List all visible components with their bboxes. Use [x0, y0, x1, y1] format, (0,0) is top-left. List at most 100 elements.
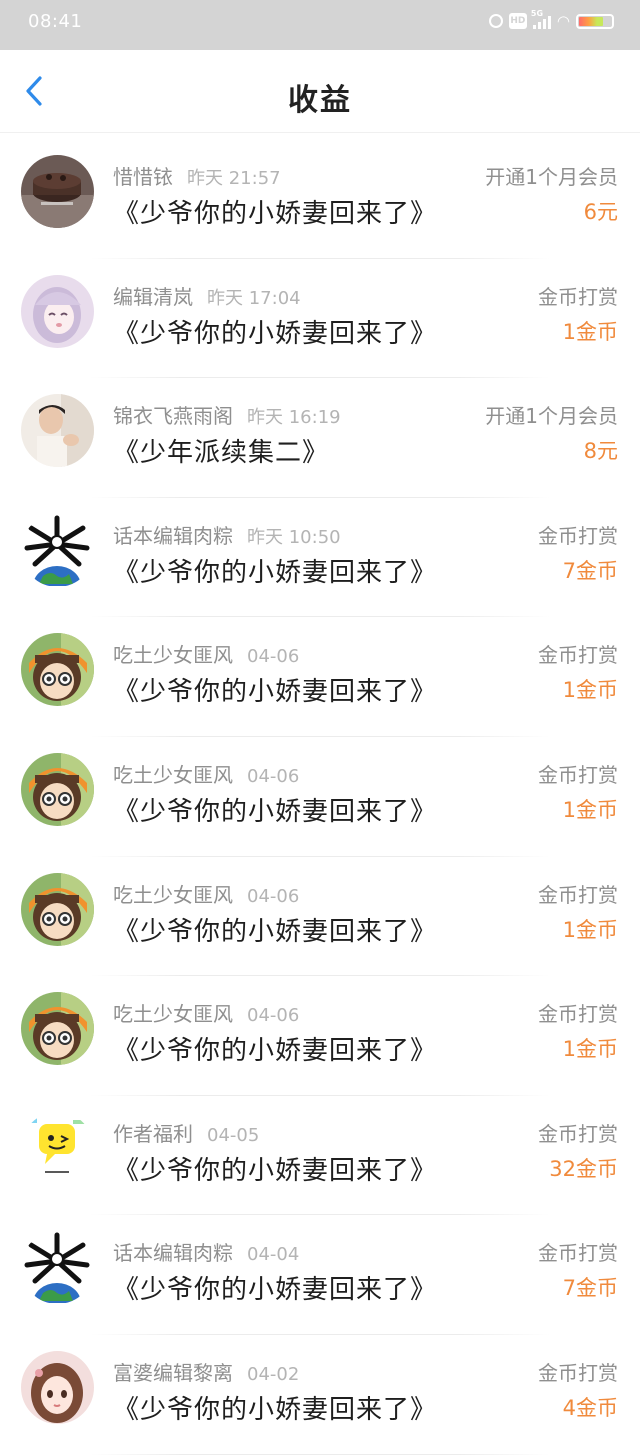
signal-icon: 5G — [531, 9, 551, 29]
list-item[interactable]: 吃土少女匪风 04-06 《少爷你的小娇妻回来了》 金币打赏 1金币 — [0, 976, 640, 1096]
row-meta: 惜惜铱 昨天 21:57 — [113, 161, 281, 190]
income-amount: 32金币 — [549, 1156, 618, 1181]
income-amount: 1金币 — [562, 917, 618, 942]
list-item[interactable]: 惜惜铱 昨天 21:57 《少爷你的小娇妻回来了》 开通1个月会员 6元 — [0, 139, 640, 259]
list-item[interactable]: 编辑清岚 昨天 17:04 《少爷你的小娇妻回来了》 金币打赏 1金币 — [0, 259, 640, 379]
avatar[interactable] — [21, 1231, 94, 1305]
status-icons: HD 5G ◠ — [488, 9, 614, 30]
timestamp: 昨天 21:57 — [187, 168, 281, 189]
timestamp: 昨天 16:19 — [247, 407, 341, 429]
avatar[interactable] — [21, 1350, 94, 1424]
income-amount: 7金币 — [562, 1276, 618, 1301]
avatar[interactable] — [21, 394, 94, 468]
income-amount: 6元 — [583, 200, 618, 224]
income-type: 金币打赏 — [538, 643, 618, 668]
book-title: 《少年派续集二》 — [113, 438, 330, 469]
income-amount: 1金币 — [562, 797, 618, 822]
income-type: 金币打赏 — [538, 1360, 618, 1385]
avatar[interactable] — [21, 872, 94, 946]
row-meta: 吃土少女匪风 04-06 — [113, 759, 299, 788]
user-name: 吃土少女匪风 — [113, 1002, 233, 1027]
income-type: 金币打赏 — [538, 1002, 618, 1027]
user-name: 吃土少女匪风 — [113, 762, 233, 787]
row-meta: 锦衣飞燕雨阁 昨天 16:19 — [113, 400, 341, 429]
income-type: 金币打赏 — [538, 284, 618, 309]
row-meta: 吃土少女匪风 04-06 — [113, 639, 299, 668]
nav-bar: 收益 — [0, 50, 640, 133]
list-item[interactable]: 吃土少女匪风 04-06 《少爷你的小娇妻回来了》 金币打赏 1金币 — [0, 617, 640, 737]
list-item[interactable]: 吃土少女匪风 04-06 《少爷你的小娇妻回来了》 金币打赏 1金币 — [0, 737, 640, 857]
status-time: 08:41 — [28, 11, 83, 32]
income-amount: 8元 — [583, 439, 618, 464]
avatar[interactable] — [21, 155, 94, 228]
row-meta: 话本编辑肉粽 04-04 — [113, 1237, 299, 1266]
income-type: 金币打赏 — [538, 882, 618, 907]
hd-icon: HD — [508, 13, 527, 29]
row-meta: 编辑清岚 昨天 17:04 — [113, 281, 301, 310]
list-item[interactable]: 话本编辑肉粽 04-04 《少爷你的小娇妻回来了》 金币打赏 7金币 — [0, 1215, 640, 1335]
user-name: 话本编辑肉粽 — [113, 1241, 233, 1266]
list-item[interactable]: 作者福利 04-05 《少爷你的小娇妻回来了》 金币打赏 32金币 — [0, 1096, 640, 1216]
income-amount: 7金币 — [562, 558, 618, 583]
row-meta: 吃土少女匪风 04-06 — [113, 998, 299, 1027]
row-meta: 富婆编辑黎离 04-02 — [113, 1357, 299, 1386]
income-type: 开通1个月会员 — [485, 165, 618, 189]
user-name: 吃土少女匪风 — [113, 882, 233, 907]
user-name: 锦衣飞燕雨阁 — [113, 404, 233, 429]
income-amount: 1金币 — [562, 1037, 618, 1062]
book-title: 《少爷你的小娇妻回来了》 — [113, 1036, 438, 1067]
income-amount: 4金币 — [562, 1395, 618, 1420]
book-title: 《少爷你的小娇妻回来了》 — [113, 1394, 438, 1425]
battery-icon — [576, 13, 614, 29]
user-name: 作者福利 — [113, 1121, 193, 1146]
book-title: 《少爷你的小娇妻回来了》 — [113, 1275, 438, 1306]
list-item[interactable]: 锦衣飞燕雨阁 昨天 16:19 《少年派续集二》 开通1个月会员 8元 — [0, 378, 640, 498]
avatar[interactable] — [21, 992, 94, 1066]
timestamp: 04-06 — [247, 765, 300, 787]
timestamp: 04-05 — [207, 1124, 260, 1146]
book-title: 《少爷你的小娇妻回来了》 — [113, 318, 438, 349]
earnings-list: 惜惜铱 昨天 21:57 《少爷你的小娇妻回来了》 开通1个月会员 6元 编辑清岚 昨天 1… — [0, 139, 640, 1455]
avatar[interactable] — [21, 633, 94, 707]
timestamp: 昨天 17:04 — [207, 287, 301, 309]
book-title: 《少爷你的小娇妻回来了》 — [113, 796, 438, 827]
timestamp: 昨天 10:50 — [247, 526, 341, 548]
timestamp: 04-04 — [247, 1244, 300, 1266]
book-title: 《少爷你的小娇妻回来了》 — [113, 1155, 438, 1186]
income-amount: 1金币 — [562, 319, 618, 344]
page-title: 收益 — [288, 83, 352, 118]
alarm-icon — [488, 14, 503, 28]
user-name: 富婆编辑黎离 — [113, 1360, 233, 1385]
income-type: 金币打赏 — [538, 762, 618, 787]
book-title: 《少爷你的小娇妻回来了》 — [113, 916, 438, 947]
row-meta: 吃土少女匪风 04-06 — [113, 879, 299, 908]
avatar[interactable] — [21, 752, 94, 826]
list-item[interactable]: 话本编辑肉粽 昨天 10:50 《少爷你的小娇妻回来了》 金币打赏 7金币 — [0, 498, 640, 618]
network-label: 5G — [530, 9, 544, 18]
income-type: 金币打赏 — [538, 1241, 618, 1266]
list-item[interactable]: 吃土少女匪风 04-06 《少爷你的小娇妻回来了》 金币打赏 1金币 — [0, 857, 640, 977]
row-meta: 话本编辑肉粽 昨天 10:50 — [113, 520, 341, 549]
book-title: 《少爷你的小娇妻回来了》 — [113, 199, 438, 229]
book-title: 《少爷你的小娇妻回来了》 — [113, 677, 438, 708]
divider — [90, 1453, 550, 1455]
income-amount: 1金币 — [562, 678, 618, 703]
income-type: 金币打赏 — [538, 523, 618, 548]
user-name: 惜惜铱 — [113, 165, 173, 189]
list-item[interactable]: 富婆编辑黎离 04-02 《少爷你的小娇妻回来了》 金币打赏 4金币 — [0, 1335, 640, 1455]
user-name: 编辑清岚 — [113, 284, 193, 309]
avatar[interactable] — [21, 1111, 94, 1185]
row-meta: 作者福利 04-05 — [113, 1118, 259, 1147]
user-name: 吃土少女匪风 — [113, 643, 233, 668]
timestamp: 04-06 — [247, 646, 300, 668]
status-bar: 08:41 HD 5G ◠ — [0, 0, 640, 50]
book-title: 《少爷你的小娇妻回来了》 — [113, 557, 438, 588]
timestamp: 04-06 — [247, 885, 300, 907]
timestamp: 04-06 — [247, 1005, 300, 1027]
battery-fill — [579, 16, 603, 26]
wifi-icon: ◠ — [556, 12, 570, 30]
avatar[interactable] — [21, 274, 94, 348]
income-type: 开通1个月会员 — [485, 404, 618, 429]
income-type: 金币打赏 — [538, 1121, 618, 1146]
avatar[interactable] — [21, 513, 94, 587]
